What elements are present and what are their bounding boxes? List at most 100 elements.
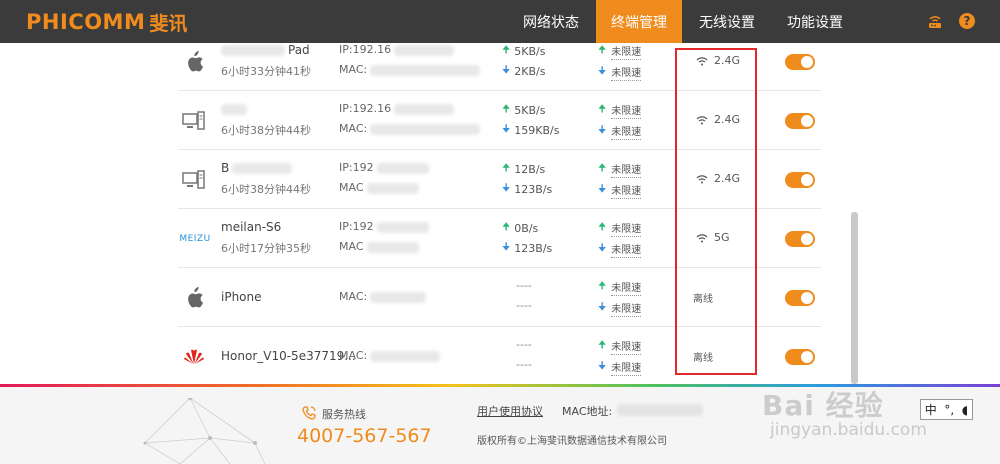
meizu-logo: MEIZU xyxy=(179,234,211,244)
apple-icon xyxy=(182,286,206,310)
network-decoration xyxy=(143,398,266,464)
up-arrow-icon: 🠉 xyxy=(598,340,607,351)
footer-mac-value xyxy=(617,404,703,416)
down-arrow-icon: 🠋 xyxy=(598,66,607,77)
online-duration: 6小时33分钟41秒 xyxy=(221,65,311,78)
down-arrow-icon: 🠋 xyxy=(598,243,607,254)
upload-limit[interactable]: 🠉 未限速 xyxy=(598,279,642,296)
access-toggle[interactable] xyxy=(785,54,815,70)
device-name: meilan-S6 xyxy=(221,220,282,234)
up-arrow-icon: 🠉 xyxy=(502,222,511,233)
brand-cn: 斐讯 xyxy=(149,12,188,35)
upload-limit[interactable]: 🠉 未限速 xyxy=(598,161,642,178)
access-toggle[interactable] xyxy=(785,172,815,188)
computer-icon xyxy=(182,109,206,133)
up-arrow-icon: 🠉 xyxy=(598,104,607,115)
device-name xyxy=(221,102,247,116)
ime-indicator[interactable]: 中 °, ◖ xyxy=(920,399,973,420)
upload-speed: ---- xyxy=(516,279,532,292)
apple-icon xyxy=(182,50,206,74)
upload-speed: 🠉 0B/s xyxy=(502,222,539,235)
upload-speed: 🠉 5KB/s xyxy=(502,45,546,58)
device-ip: IP:192 xyxy=(339,161,429,174)
upload-limit[interactable]: 🠉 未限速 xyxy=(598,338,642,355)
download-limit[interactable]: 🠋 未限速 xyxy=(598,359,642,376)
top-header: PHICOMM 斐讯 网络状态 终端管理 无线设置 功能设置 ? xyxy=(0,0,1000,43)
download-speed: ---- xyxy=(516,299,532,312)
up-arrow-icon: 🠉 xyxy=(598,222,607,233)
download-limit[interactable]: 🠋 未限速 xyxy=(598,182,642,199)
user-agreement-link[interactable]: 用户使用协议 xyxy=(477,403,543,419)
up-arrow-icon: 🠉 xyxy=(502,45,511,56)
upload-limit[interactable]: 🠉 未限速 xyxy=(598,43,642,60)
baidu-watermark-url: jingyan.baidu.com xyxy=(770,420,927,440)
down-arrow-icon: 🠋 xyxy=(502,242,511,253)
nav-function-settings[interactable]: 功能设置 xyxy=(775,0,855,43)
hotline-number: 4007-567-567 xyxy=(297,425,432,447)
download-speed: 🠋 123B/s xyxy=(502,183,553,196)
ime-punct: °, xyxy=(944,402,955,417)
upload-speed: ---- xyxy=(516,338,532,351)
down-arrow-icon: 🠋 xyxy=(502,124,511,135)
device-mac: MAC xyxy=(339,240,419,253)
device-ip: IP:192 xyxy=(339,220,429,233)
nav-wireless-settings[interactable]: 无线设置 xyxy=(687,0,767,43)
online-duration: 6小时38分钟44秒 xyxy=(221,183,311,196)
router-icon[interactable] xyxy=(927,13,943,29)
device-mac: MAC: xyxy=(339,290,427,303)
download-limit[interactable]: 🠋 未限速 xyxy=(598,123,642,140)
hotline-label: 服务热线 xyxy=(322,408,366,421)
device-mac: MAC: xyxy=(339,63,481,76)
baidu-watermark-logo: Bai 经验 xyxy=(762,389,884,422)
online-duration: 6小时38分钟44秒 xyxy=(221,124,311,137)
down-arrow-icon: 🠋 xyxy=(502,65,511,76)
device-name: B xyxy=(221,161,293,175)
copyright: 版权所有©上海斐讯数据通信技术有限公司 xyxy=(477,436,667,447)
download-speed: 🠋 2KB/s xyxy=(502,65,546,78)
device-name: Honor_V10-5e37719... xyxy=(221,349,356,363)
upload-limit[interactable]: 🠉 未限速 xyxy=(598,220,642,237)
access-toggle[interactable] xyxy=(785,349,815,365)
access-toggle[interactable] xyxy=(785,113,815,129)
access-toggle[interactable] xyxy=(785,290,815,306)
device-ip: IP:192.16 xyxy=(339,43,455,56)
online-duration: 6小时17分钟35秒 xyxy=(221,242,311,255)
download-speed: ---- xyxy=(516,358,532,371)
device-mac: MAC xyxy=(339,181,419,194)
up-arrow-icon: 🠉 xyxy=(598,45,607,56)
download-limit[interactable]: 🠋 未限速 xyxy=(598,64,642,81)
download-speed: 🠋 159KB/s xyxy=(502,124,560,137)
nav-network-status[interactable]: 网络状态 xyxy=(511,0,591,43)
down-arrow-icon: 🠋 xyxy=(598,361,607,372)
down-arrow-icon: 🠋 xyxy=(598,302,607,313)
download-limit[interactable]: 🠋 未限速 xyxy=(598,241,642,258)
down-arrow-icon: 🠋 xyxy=(598,125,607,136)
computer-icon xyxy=(182,168,206,192)
nav-terminal-management[interactable]: 终端管理 xyxy=(596,0,682,43)
up-arrow-icon: 🠉 xyxy=(598,281,607,292)
ime-mode: 中 xyxy=(924,403,937,417)
device-ip: IP:192.16 xyxy=(339,102,455,115)
down-arrow-icon: 🠋 xyxy=(598,184,607,195)
device-mac: MAC: xyxy=(339,349,441,362)
phicomm-logo[interactable]: PHICOMM 斐讯 xyxy=(26,9,187,35)
device-name: Pad xyxy=(221,43,310,57)
down-arrow-icon: 🠋 xyxy=(502,183,511,194)
moon-icon: ◖ xyxy=(961,402,969,417)
help-icon[interactable]: ? xyxy=(959,13,975,29)
device-name: iPhone xyxy=(221,290,262,304)
download-speed: 🠋 123B/s xyxy=(502,242,553,255)
up-arrow-icon: 🠉 xyxy=(598,163,607,174)
up-arrow-icon: 🠉 xyxy=(502,104,511,115)
phone-icon xyxy=(302,405,316,424)
huawei-icon xyxy=(182,345,206,369)
download-limit[interactable]: 🠋 未限速 xyxy=(598,300,642,317)
footer-mac-label: MAC地址: xyxy=(562,405,613,418)
brand-en: PHICOMM xyxy=(26,10,146,34)
upload-speed: 🠉 5KB/s xyxy=(502,104,546,117)
up-arrow-icon: 🠉 xyxy=(502,163,511,174)
device-mac: MAC: xyxy=(339,122,481,135)
scrollbar[interactable] xyxy=(851,212,858,384)
access-toggle[interactable] xyxy=(785,231,815,247)
upload-limit[interactable]: 🠉 未限速 xyxy=(598,102,642,119)
